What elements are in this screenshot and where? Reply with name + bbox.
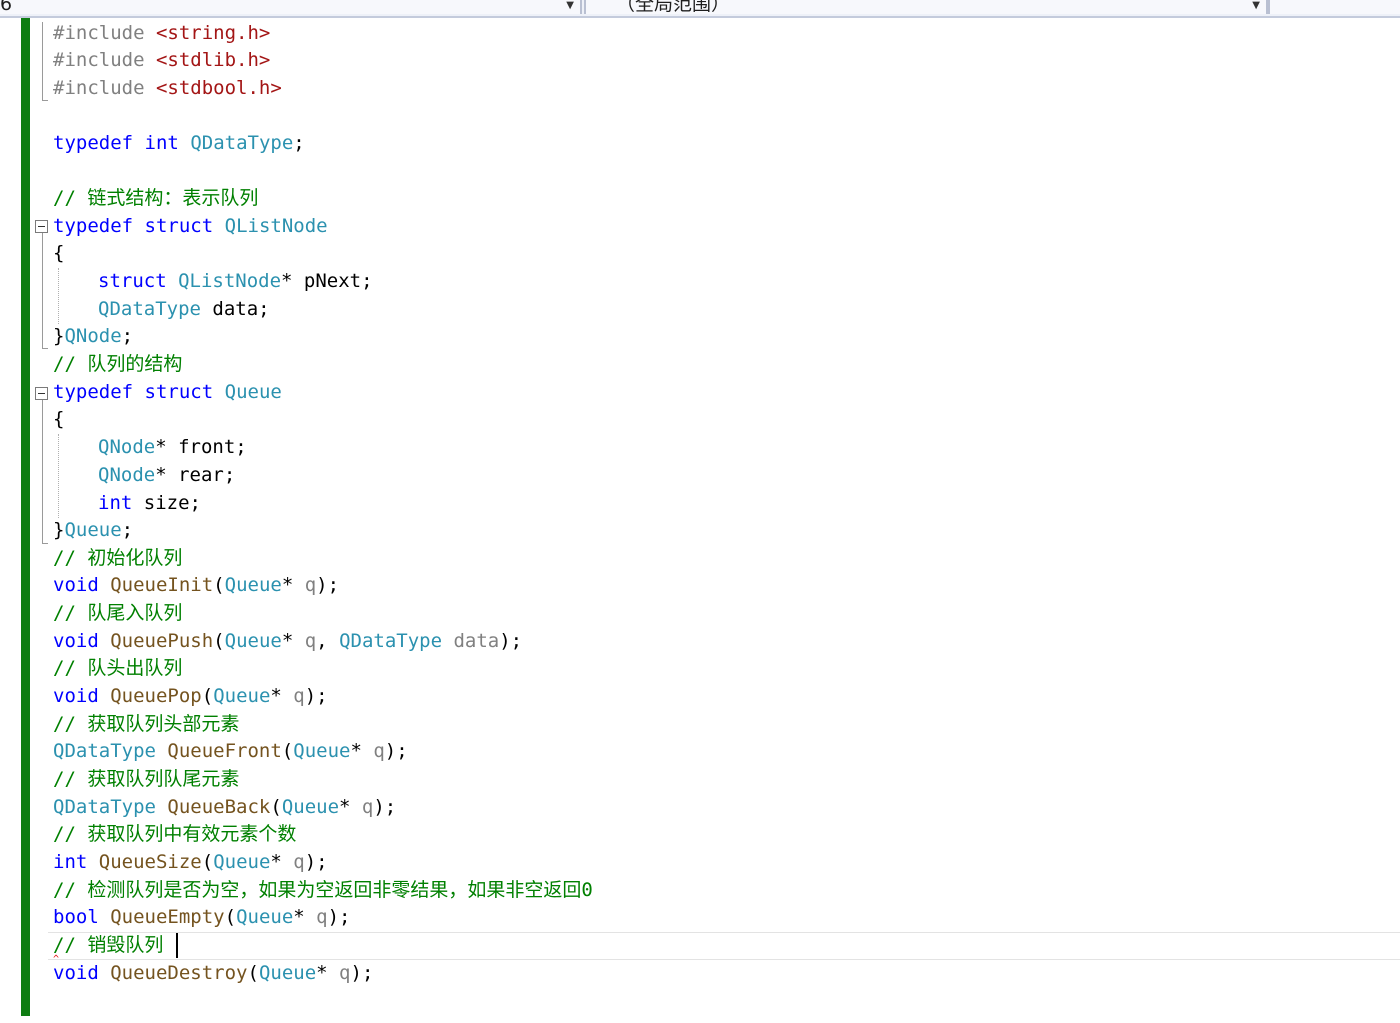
indent-guide [58,268,59,324]
editor-navigation-bar: 6 ▼ （全局范围） ▼ [0,0,1400,18]
code-line: QDataType QueueFront(Queue* q); [53,740,408,762]
code-line: QNode* rear; [98,464,236,486]
global-scope-value: （全局范围） [616,0,731,15]
code-line: }Queue; [53,519,134,541]
code-line: #include <stdbool.h> [53,77,282,99]
code-line: int QueueSize(Queue* q); [53,851,328,873]
chevron-down-icon[interactable]: ▼ [566,0,574,16]
code-comment: // 获取队列头部元素 [53,713,240,735]
qlistnode-outline-guide [42,233,43,348]
change-tracking-bar [21,18,30,1016]
code-comment: // 初始化队列 [53,547,183,569]
code-comment: // 获取队列中有效元素个数 [53,823,297,845]
code-line: struct QListNode* pNext; [98,270,373,292]
collapse-queue-icon[interactable] [35,387,48,400]
code-comment: // 队头出队列 [53,657,183,679]
code-line: void QueuePop(Queue* q); [53,685,328,707]
code-line: }QNode; [53,325,134,347]
member-dropdown[interactable] [1268,0,1400,14]
chevron-down-icon[interactable]: ▼ [1252,0,1260,16]
code-line: typedef struct Queue [53,381,282,403]
code-line: bool QueueEmpty(Queue* q); [53,906,351,928]
code-comment: // 队列的结构 [53,353,183,375]
code-line: void QueueInit(Queue* q); [53,574,340,596]
code-line: void QueuePush(Queue* q, QDataType data)… [53,630,523,652]
project-scope-value: 6 [0,0,13,15]
code-line: typedef int QDataType; [53,132,305,154]
code-line: QDataType QueueBack(Queue* q); [53,796,397,818]
code-line: void QueueDestroy(Queue* q); [53,962,374,984]
indent-guide [58,434,59,518]
queue-outline-guide [42,400,43,543]
code-line: { [53,408,65,430]
code-comment: // 检测队列是否为空，如果为空返回非零结果，如果非空返回0 [53,879,593,901]
code-line: typedef struct QListNode [53,215,328,237]
queue-outline-end [42,543,48,544]
code-line: QDataType data; [98,298,270,320]
qlistnode-outline-end [42,348,48,349]
collapse-qlistnode-icon[interactable] [35,220,48,233]
error-squiggle-icon: ^ [53,954,60,965]
code-comment: // 队尾入队列 [53,602,183,624]
code-comment: // 销毁队列 [53,934,164,956]
include-outline-guide [42,22,43,100]
code-line: QNode* front; [98,436,247,458]
code-line: #include <stdlib.h> [53,49,271,71]
code-line: int size; [98,492,201,514]
include-outline-end [42,100,48,101]
code-comment: // 链式结构：表示队列 [53,187,259,209]
code-line: #include <string.h> [53,22,271,44]
text-cursor [176,933,178,958]
code-comment: // 获取队列队尾元素 [53,768,240,790]
global-scope-dropdown[interactable]: （全局范围） ▼ [584,0,1268,14]
code-line: { [53,242,65,264]
current-line-highlight [48,932,1400,960]
project-scope-dropdown[interactable]: 6 ▼ [0,0,582,14]
